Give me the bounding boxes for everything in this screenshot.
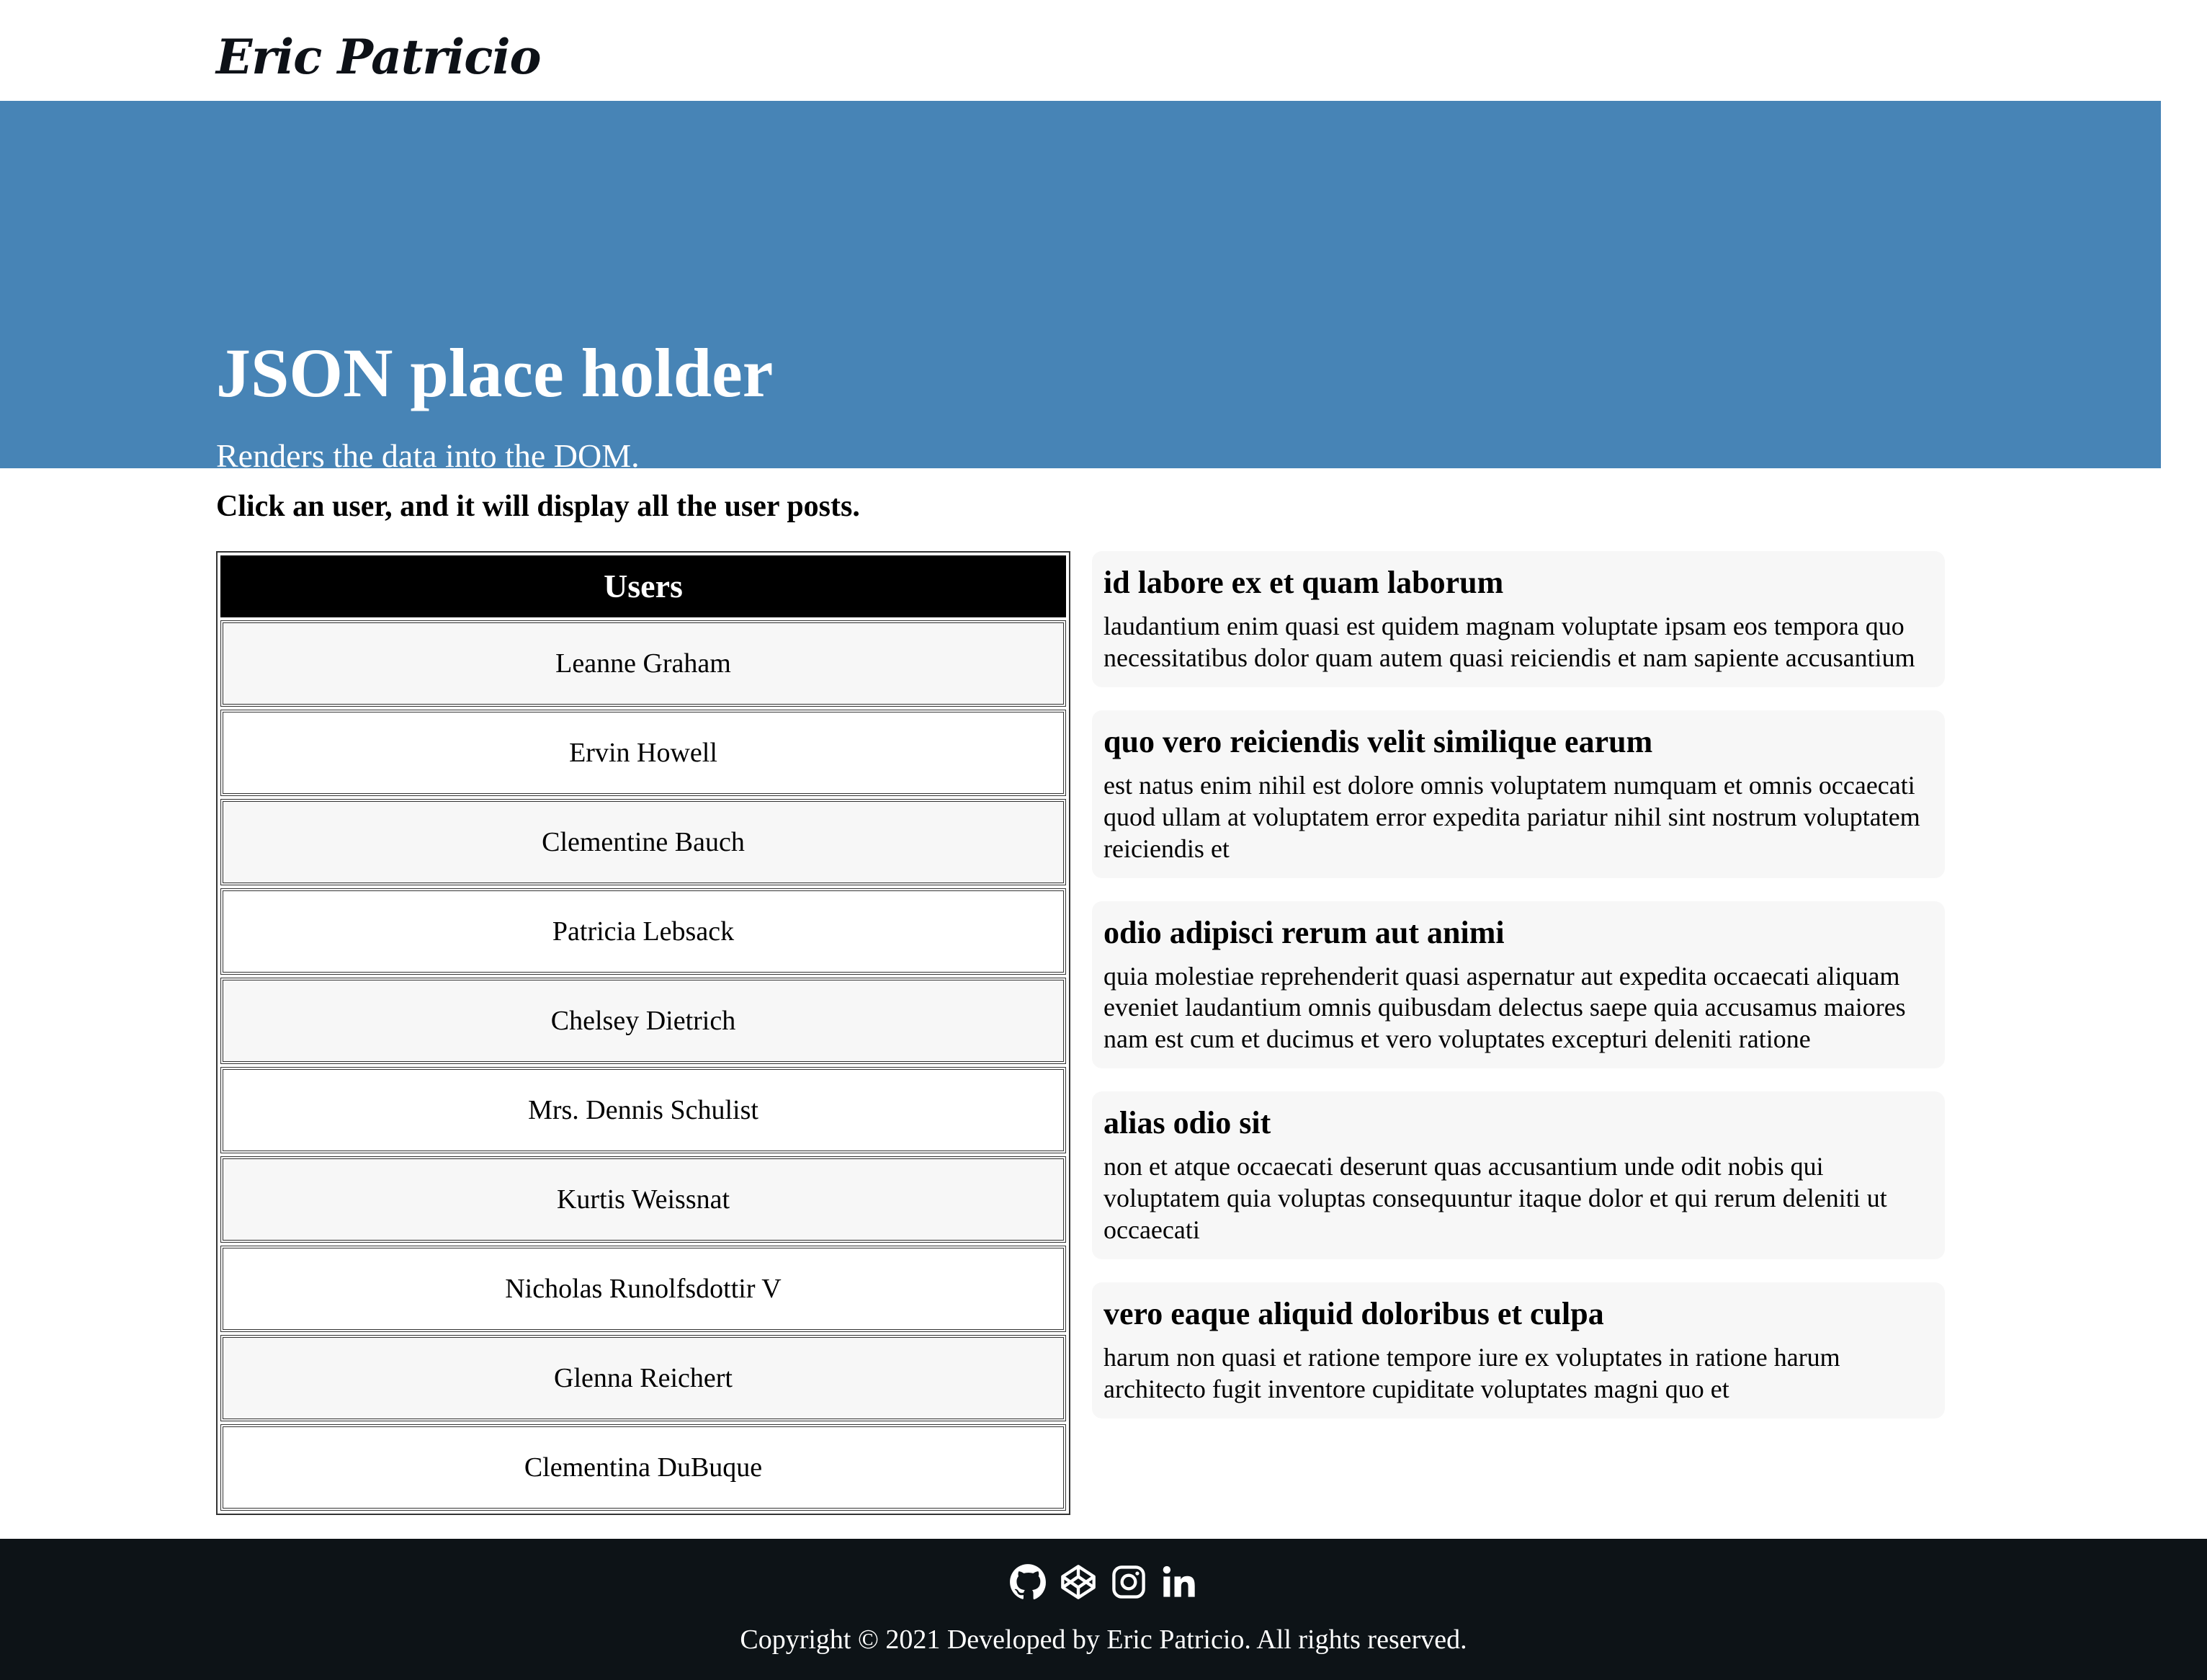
top-navbar: Eric Patricio bbox=[0, 0, 2161, 101]
hero-subtitle: Renders the data into the DOM. bbox=[216, 437, 640, 474]
user-row[interactable]: Clementine Bauch bbox=[220, 799, 1066, 885]
post-body: laudantium enim quasi est quidem magnam … bbox=[1104, 612, 1915, 672]
post-card: id labore ex et quam laborum laudantium e… bbox=[1092, 551, 1945, 687]
post-body: est natus enim nihil est dolore omnis vo… bbox=[1104, 770, 1920, 863]
post-body: non et atque occaecati deserunt quas acc… bbox=[1104, 1152, 1887, 1245]
user-row[interactable]: Clementina DuBuque bbox=[220, 1424, 1066, 1511]
post-title: id labore ex et quam laborum bbox=[1104, 565, 1504, 600]
post-card: vero eaque aliquid doloribus et culpa har… bbox=[1092, 1282, 1945, 1418]
copyright-text: Copyright © 2021 Developed by Eric Patri… bbox=[740, 1625, 1467, 1655]
user-row[interactable]: Glenna Reichert bbox=[220, 1335, 1066, 1421]
user-row[interactable]: Mrs. Dennis Schulist bbox=[220, 1067, 1066, 1153]
github-icon[interactable] bbox=[1009, 1563, 1047, 1601]
hero-title: JSON place holder bbox=[216, 334, 774, 411]
codepen-icon[interactable] bbox=[1060, 1563, 1097, 1601]
user-row[interactable]: Nicholas Runolfsdottir V bbox=[220, 1246, 1066, 1332]
social-links bbox=[0, 1563, 2207, 1601]
post-title: vero eaque aliquid doloribus et culpa bbox=[1104, 1295, 1604, 1331]
posts-list: id labore ex et quam laborum laudantium e… bbox=[1092, 551, 1945, 1442]
post-card: odio adipisci rerum aut animi quia molest… bbox=[1092, 901, 1945, 1069]
users-table-header: Users bbox=[220, 555, 1066, 617]
user-row[interactable]: Kurtis Weissnat bbox=[220, 1156, 1066, 1243]
users-table: Users Leanne Graham Ervin Howell Clementin… bbox=[216, 551, 1070, 1515]
post-card: alias odio sit non et atque occaecati des… bbox=[1092, 1091, 1945, 1259]
instruction-text: Click an user, and it will display all t… bbox=[216, 490, 860, 523]
user-row[interactable]: Leanne Graham bbox=[220, 620, 1066, 707]
post-title: alias odio sit bbox=[1104, 1105, 1271, 1141]
user-row[interactable]: Patricia Lebsack bbox=[220, 888, 1066, 975]
post-body: quia molestiae reprehenderit quasi asper… bbox=[1104, 961, 1906, 1054]
post-body: harum non quasi et ratione tempore iure … bbox=[1104, 1342, 1840, 1403]
post-title: quo vero reiciendis velit similique earu… bbox=[1104, 723, 1653, 759]
post-card: quo vero reiciendis velit similique earu… bbox=[1092, 710, 1945, 878]
linkedin-icon[interactable] bbox=[1160, 1563, 1198, 1601]
user-row[interactable]: Chelsey Dietrich bbox=[220, 978, 1066, 1064]
footer: Copyright © 2021 Developed by Eric Patri… bbox=[0, 1539, 2207, 1680]
user-row[interactable]: Ervin Howell bbox=[220, 710, 1066, 796]
post-title: odio adipisci rerum aut animi bbox=[1104, 914, 1505, 950]
hero-banner: JSON place holder Renders the data into … bbox=[0, 101, 2161, 473]
instagram-icon[interactable] bbox=[1110, 1563, 1147, 1601]
brand-logo[interactable]: Eric Patricio bbox=[216, 29, 542, 85]
